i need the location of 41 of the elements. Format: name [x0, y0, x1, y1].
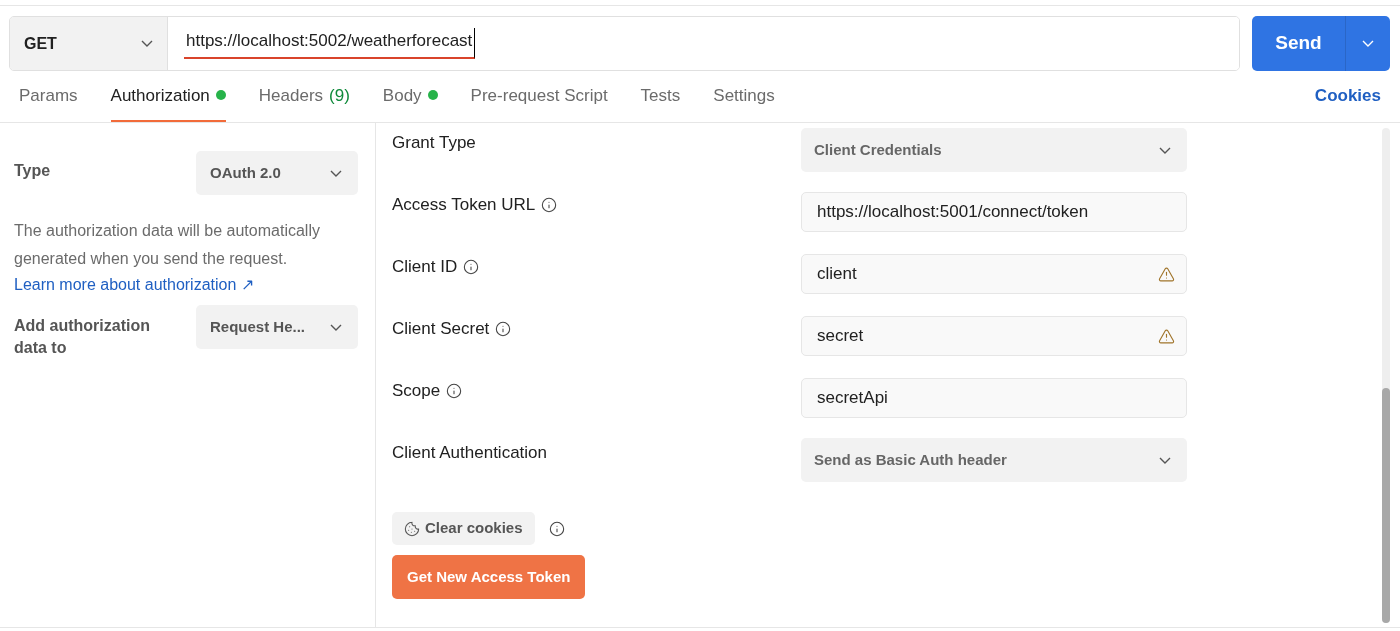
field-label: Client Authentication: [392, 442, 547, 465]
field-label: Client ID: [392, 256, 458, 279]
chevron-down-icon: [1159, 456, 1171, 464]
text-field[interactable]: client: [801, 254, 1187, 294]
info-icon[interactable]: [463, 259, 480, 275]
tab[interactable]: Authorization: [110, 82, 226, 122]
info-icon[interactable]: [446, 383, 463, 399]
cookies-link[interactable]: Cookies: [1314, 82, 1381, 122]
chevron-down-icon: [1159, 146, 1171, 154]
learn-more-link[interactable]: Learn more about authorization ↗: [14, 273, 254, 297]
auth-description: The authorization data will be automatically generated when you send the request.: [14, 221, 321, 269]
field-label: Client Secret: [392, 318, 490, 341]
scrollbar[interactable]: [1382, 128, 1390, 623]
cookie-icon: [404, 520, 420, 537]
text-field[interactable]: https://localhost:5001/connect/token: [801, 192, 1187, 232]
tab[interactable]: Settings: [713, 82, 775, 122]
info-icon[interactable]: [541, 197, 558, 213]
info-icon[interactable]: [548, 520, 565, 537]
clear-cookies-button[interactable]: Clear cookies: [392, 512, 535, 545]
text-field[interactable]: secretApi: [801, 378, 1187, 418]
tab[interactable]: Body: [382, 82, 438, 122]
field-label: Grant Type: [392, 132, 476, 155]
add-to-select[interactable]: Request He...: [196, 305, 358, 349]
tab[interactable]: Pre-request Script: [470, 82, 608, 122]
text-field[interactable]: secret: [801, 316, 1187, 356]
field-select[interactable]: Client Credentials: [801, 128, 1187, 172]
field-select[interactable]: Send as Basic Auth header: [801, 438, 1187, 482]
tab-count: (9): [329, 84, 350, 107]
chevron-down-icon: [330, 323, 342, 331]
tab[interactable]: Tests: [640, 82, 681, 122]
chevron-down-icon: [330, 169, 342, 177]
tab[interactable]: Params: [19, 82, 78, 122]
field-label: Access Token URL: [392, 194, 536, 217]
field-label: Scope: [392, 380, 441, 403]
tab[interactable]: Headers (9): [258, 82, 350, 122]
chevron-down-icon: [1362, 40, 1374, 47]
add-to-label: Add authorization data to: [14, 316, 151, 358]
auth-type-select[interactable]: OAuth 2.0: [196, 151, 358, 195]
type-label: Type: [14, 161, 51, 181]
info-icon[interactable]: [495, 321, 512, 337]
send-button[interactable]: Send: [1252, 16, 1345, 71]
